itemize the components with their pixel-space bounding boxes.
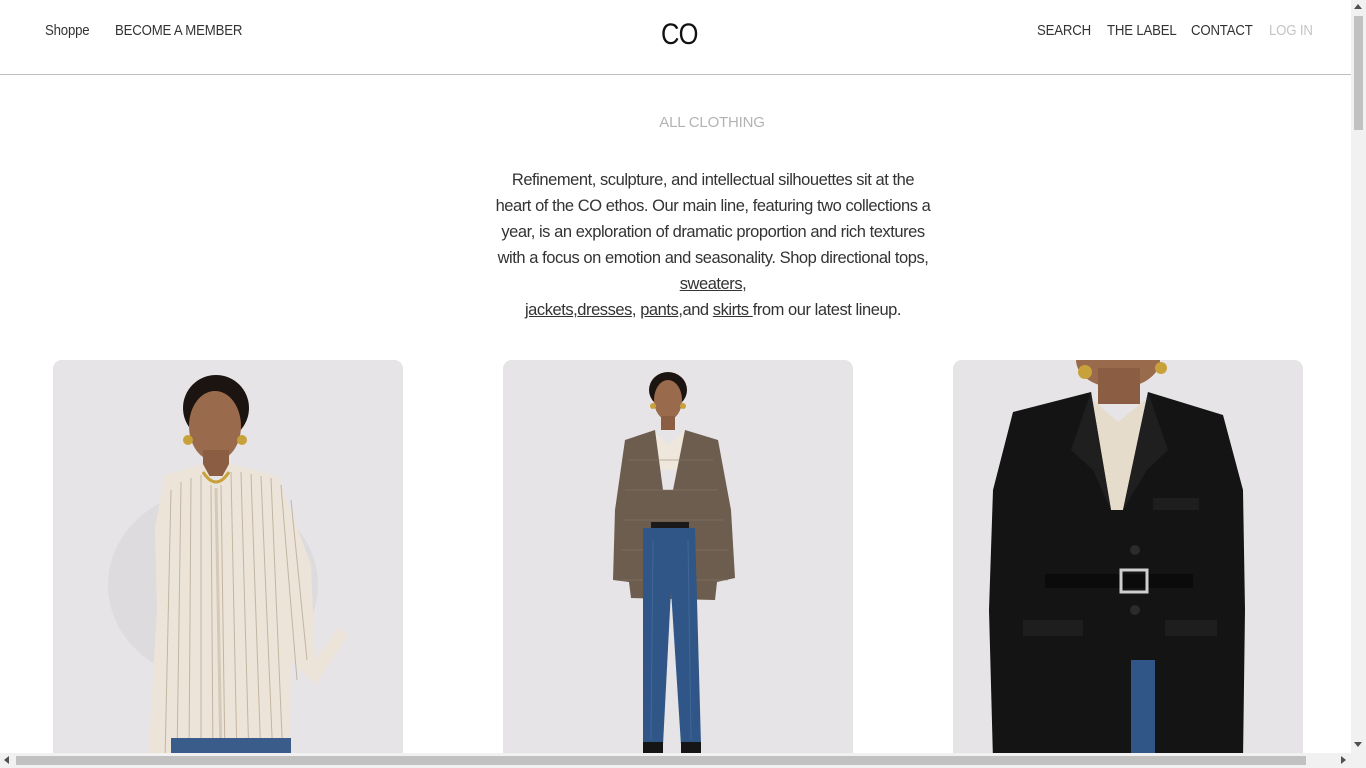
main-content: ALL CLOTHING Refinement, sculpture, and … xyxy=(0,75,1351,760)
horizontal-scroll-thumb[interactable] xyxy=(16,756,1306,765)
product-card[interactable] xyxy=(503,360,853,760)
striped-shirt-model-image[interactable] xyxy=(53,360,403,760)
product-card[interactable] xyxy=(53,360,403,760)
nav-contact[interactable]: CONTACT xyxy=(1191,22,1253,39)
intro-tail: from our latest lineup. xyxy=(752,301,902,319)
site-logo[interactable]: CO xyxy=(661,18,698,52)
nav-become-a-member[interactable]: BECOME A MEMBER xyxy=(115,22,242,39)
horizontal-scrollbar[interactable] xyxy=(0,753,1366,768)
nav-log-in[interactable]: LOG IN xyxy=(1269,22,1313,39)
intro-and: ,and xyxy=(678,301,713,319)
scroll-up-arrow-icon[interactable] xyxy=(1354,4,1362,9)
link-sweaters[interactable]: sweaters xyxy=(680,275,743,293)
scroll-left-arrow-icon[interactable] xyxy=(4,756,9,764)
vertical-scroll-thumb[interactable] xyxy=(1354,16,1363,130)
link-dresses[interactable]: dresses xyxy=(577,301,632,319)
link-skirts[interactable]: skirts xyxy=(713,301,753,319)
product-card[interactable] xyxy=(953,360,1303,760)
intro-comma: , xyxy=(631,301,641,319)
vertical-scrollbar[interactable] xyxy=(1351,0,1366,753)
link-jackets[interactable]: jackets xyxy=(525,301,574,319)
intro-text: Refinement, sculpture, and intellectual … xyxy=(495,171,931,267)
page-title: ALL CLOTHING xyxy=(659,114,765,131)
tweed-blazer-jeans-model-image[interactable] xyxy=(503,360,853,760)
link-pants[interactable]: pants xyxy=(640,301,679,319)
nav-search[interactable]: SEARCH xyxy=(1037,22,1091,39)
intro-comma: , xyxy=(742,275,747,293)
collection-intro: Refinement, sculpture, and intellectual … xyxy=(493,167,933,323)
site-header: Shoppe BECOME A MEMBER CO SEARCH THE LAB… xyxy=(0,0,1351,75)
scroll-right-arrow-icon[interactable] xyxy=(1341,756,1346,764)
nav-the-label[interactable]: THE LABEL xyxy=(1107,22,1177,39)
nav-shoppe[interactable]: Shoppe xyxy=(45,22,90,39)
scroll-down-arrow-icon[interactable] xyxy=(1354,742,1362,747)
black-belted-blazer-model-image[interactable] xyxy=(953,360,1303,760)
